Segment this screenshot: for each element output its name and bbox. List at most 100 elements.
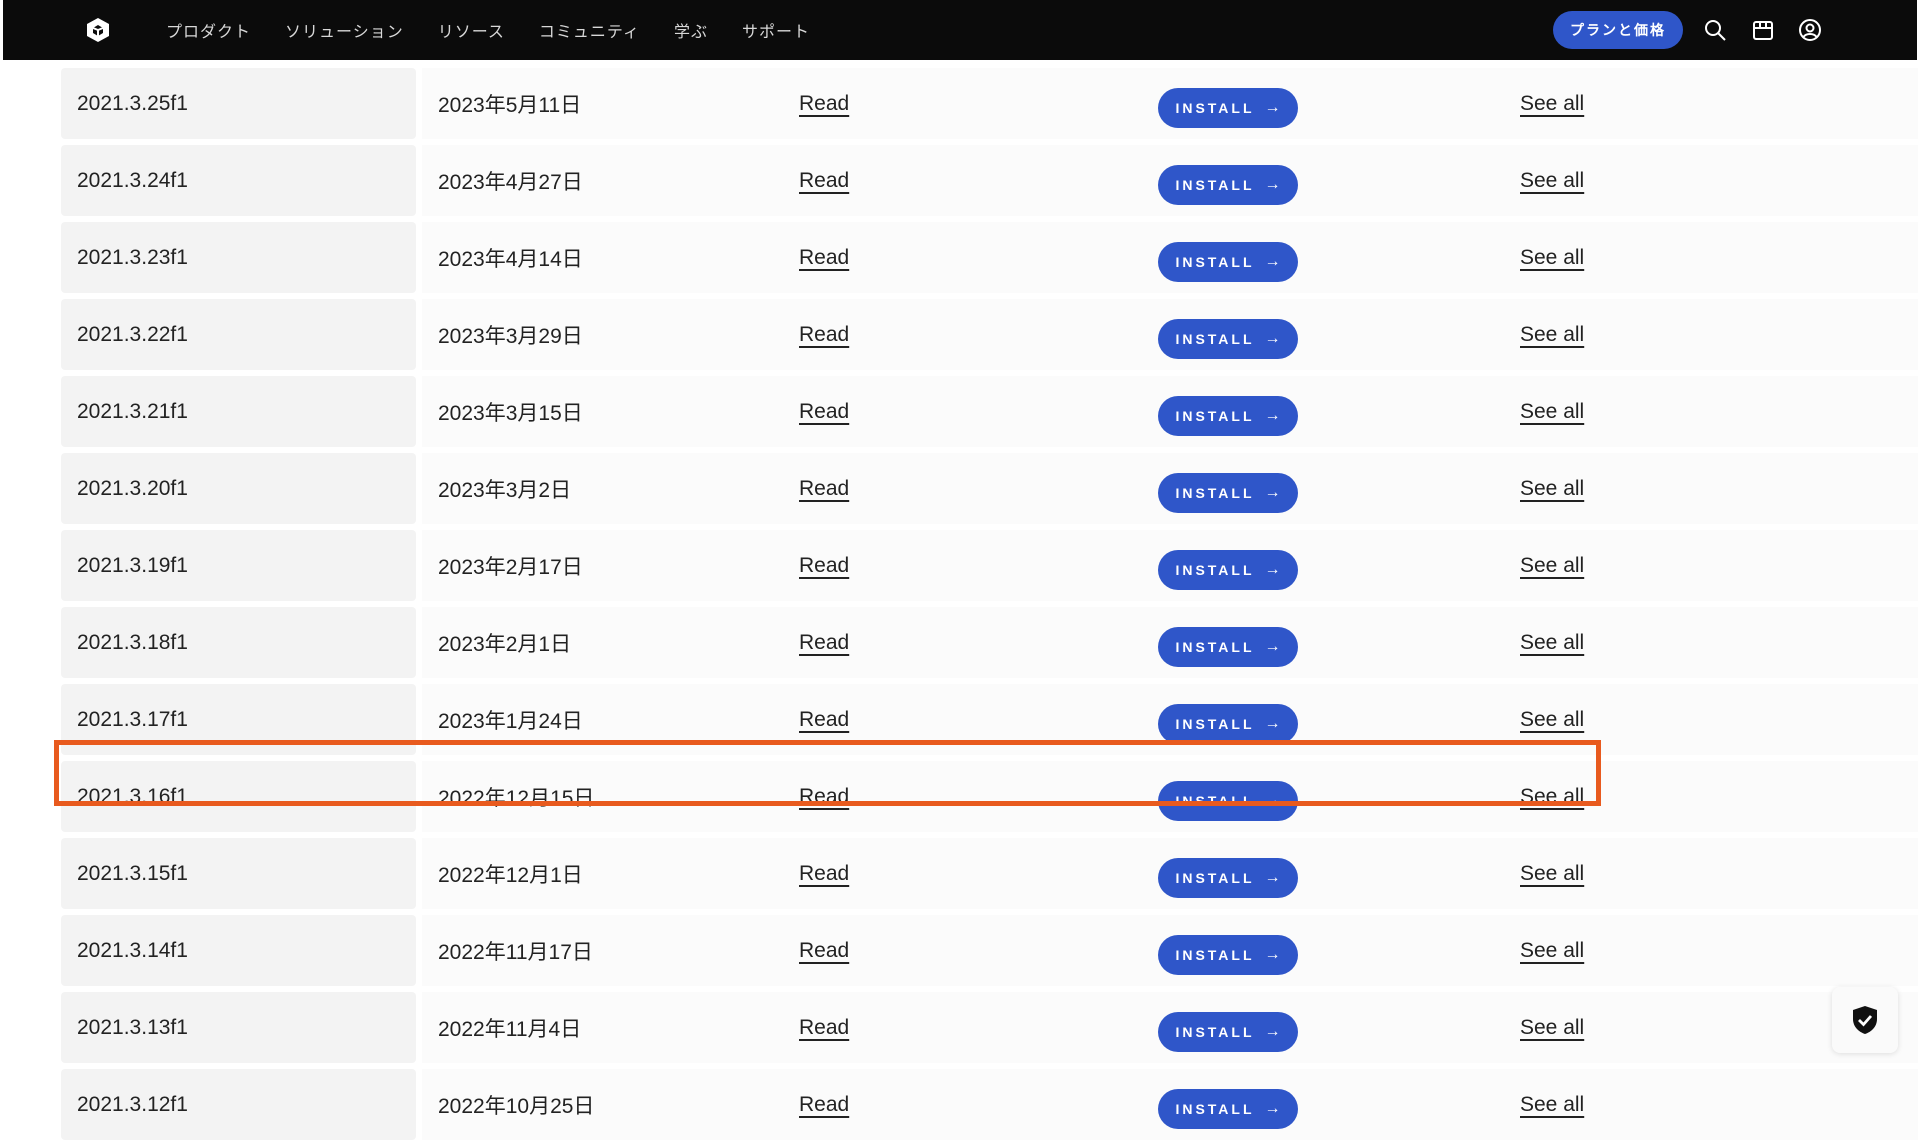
table-row: 2021.3.24f1 2023年4月27日 Read INSTALL → See all bbox=[61, 145, 1918, 216]
install-button[interactable]: INSTALL → bbox=[1158, 241, 1298, 282]
arrow-right-icon: → bbox=[1264, 98, 1281, 116]
store-icon[interactable] bbox=[1751, 18, 1775, 42]
install-button[interactable]: INSTALL → bbox=[1158, 549, 1298, 590]
install-label: INSTALL bbox=[1175, 253, 1255, 270]
account-icon[interactable] bbox=[1798, 18, 1822, 42]
release-notes-read-link[interactable]: Read bbox=[799, 1016, 849, 1040]
release-date: 2023年4月27日 bbox=[438, 170, 583, 194]
version-label: 2021.3.16f1 bbox=[77, 784, 188, 808]
nav-item-learn[interactable]: 学ぶ bbox=[674, 18, 708, 42]
install-label: INSTALL bbox=[1175, 330, 1255, 347]
arrow-right-icon: → bbox=[1264, 1022, 1281, 1040]
nav-item-community[interactable]: コミュニティ bbox=[539, 18, 640, 42]
install-button[interactable]: INSTALL → bbox=[1158, 87, 1298, 128]
install-button[interactable]: INSTALL → bbox=[1158, 703, 1298, 744]
release-notes-read-link[interactable]: Read bbox=[799, 400, 849, 424]
see-all-link[interactable]: See all bbox=[1520, 785, 1584, 809]
install-label: INSTALL bbox=[1175, 407, 1255, 424]
install-button[interactable]: INSTALL → bbox=[1158, 1011, 1298, 1052]
install-button[interactable]: INSTALL → bbox=[1158, 1088, 1298, 1129]
version-label: 2021.3.21f1 bbox=[77, 399, 188, 423]
release-notes-read-link[interactable]: Read bbox=[799, 554, 849, 578]
see-all-link[interactable]: See all bbox=[1520, 1016, 1584, 1040]
version-label: 2021.3.25f1 bbox=[77, 91, 188, 115]
install-button[interactable]: INSTALL → bbox=[1158, 626, 1298, 667]
see-all-link[interactable]: See all bbox=[1520, 246, 1584, 270]
release-notes-read-link[interactable]: Read bbox=[799, 323, 849, 347]
release-notes-read-link[interactable]: Read bbox=[799, 169, 849, 193]
release-date: 2023年3月29日 bbox=[438, 324, 583, 348]
install-button[interactable]: INSTALL → bbox=[1158, 318, 1298, 359]
install-button[interactable]: INSTALL → bbox=[1158, 934, 1298, 975]
arrow-right-icon: → bbox=[1264, 560, 1281, 578]
release-date: 2023年5月11日 bbox=[438, 93, 582, 117]
arrow-right-icon: → bbox=[1264, 252, 1281, 270]
unity-logo-icon[interactable] bbox=[85, 17, 111, 43]
nav-item-support[interactable]: サポート bbox=[742, 18, 810, 42]
privacy-shield-button[interactable] bbox=[1832, 987, 1898, 1053]
see-all-link[interactable]: See all bbox=[1520, 862, 1584, 886]
version-label: 2021.3.13f1 bbox=[77, 1015, 188, 1039]
release-notes-read-link[interactable]: Read bbox=[799, 92, 849, 116]
table-row: 2021.3.18f1 2023年2月1日 Read INSTALL → See all bbox=[61, 607, 1918, 678]
install-button[interactable]: INSTALL → bbox=[1158, 780, 1298, 821]
release-date: 2023年2月1日 bbox=[438, 632, 572, 656]
see-all-link[interactable]: See all bbox=[1520, 708, 1584, 732]
release-notes-read-link[interactable]: Read bbox=[799, 862, 849, 886]
version-label: 2021.3.15f1 bbox=[77, 861, 188, 885]
see-all-link[interactable]: See all bbox=[1520, 477, 1584, 501]
release-date: 2022年11月17日 bbox=[438, 940, 593, 964]
install-label: INSTALL bbox=[1175, 715, 1255, 732]
install-label: INSTALL bbox=[1175, 561, 1255, 578]
install-label: INSTALL bbox=[1175, 484, 1255, 501]
arrow-right-icon: → bbox=[1264, 1099, 1281, 1117]
version-label: 2021.3.19f1 bbox=[77, 553, 188, 577]
release-notes-read-link[interactable]: Read bbox=[799, 1093, 849, 1117]
release-notes-read-link[interactable]: Read bbox=[799, 631, 849, 655]
version-label: 2021.3.12f1 bbox=[77, 1092, 188, 1116]
see-all-link[interactable]: See all bbox=[1520, 400, 1584, 424]
arrow-right-icon: → bbox=[1264, 406, 1281, 424]
release-date: 2023年3月2日 bbox=[438, 478, 572, 502]
table-row: 2021.3.13f1 2022年11月4日 Read INSTALL → See all bbox=[61, 992, 1918, 1063]
release-notes-read-link[interactable]: Read bbox=[799, 939, 849, 963]
install-button[interactable]: INSTALL → bbox=[1158, 857, 1298, 898]
install-button[interactable]: INSTALL → bbox=[1158, 472, 1298, 513]
arrow-right-icon: → bbox=[1264, 483, 1281, 501]
arrow-right-icon: → bbox=[1264, 868, 1281, 886]
release-notes-read-link[interactable]: Read bbox=[799, 477, 849, 501]
main-nav: プロダクト ソリューション リソース コミュニティ 学ぶ サポート bbox=[166, 0, 844, 60]
table-row: 2021.3.23f1 2023年4月14日 Read INSTALL → See all bbox=[61, 222, 1918, 293]
arrow-right-icon: → bbox=[1264, 637, 1281, 655]
release-date: 2022年12月15日 bbox=[438, 786, 595, 810]
nav-item-solutions[interactable]: ソリューション bbox=[285, 18, 404, 42]
release-date: 2023年4月14日 bbox=[438, 247, 583, 271]
see-all-link[interactable]: See all bbox=[1520, 323, 1584, 347]
release-notes-read-link[interactable]: Read bbox=[799, 246, 849, 270]
nav-item-products[interactable]: プロダクト bbox=[166, 18, 251, 42]
see-all-link[interactable]: See all bbox=[1520, 631, 1584, 655]
search-icon[interactable] bbox=[1703, 18, 1727, 42]
see-all-link[interactable]: See all bbox=[1520, 1093, 1584, 1117]
install-label: INSTALL bbox=[1175, 638, 1255, 655]
release-date: 2022年12月1日 bbox=[438, 863, 583, 887]
see-all-link[interactable]: See all bbox=[1520, 169, 1584, 193]
shield-check-icon bbox=[1853, 1006, 1877, 1034]
see-all-link[interactable]: See all bbox=[1520, 554, 1584, 578]
release-notes-read-link[interactable]: Read bbox=[799, 785, 849, 809]
plans-pricing-button[interactable]: プランと価格 bbox=[1553, 11, 1683, 49]
version-label: 2021.3.23f1 bbox=[77, 245, 188, 269]
table-row: 2021.3.25f1 2023年5月11日 Read INSTALL → See all bbox=[61, 68, 1918, 139]
see-all-link[interactable]: See all bbox=[1520, 939, 1584, 963]
install-button[interactable]: INSTALL → bbox=[1158, 395, 1298, 436]
install-label: INSTALL bbox=[1175, 1023, 1255, 1040]
release-date: 2022年11月4日 bbox=[438, 1017, 582, 1041]
see-all-link[interactable]: See all bbox=[1520, 92, 1584, 116]
release-notes-read-link[interactable]: Read bbox=[799, 708, 849, 732]
nav-item-resources[interactable]: リソース bbox=[438, 18, 505, 42]
install-label: INSTALL bbox=[1175, 1100, 1255, 1117]
release-date: 2023年1月24日 bbox=[438, 709, 583, 733]
arrow-right-icon: → bbox=[1264, 175, 1281, 193]
install-button[interactable]: INSTALL → bbox=[1158, 164, 1298, 205]
version-label: 2021.3.20f1 bbox=[77, 476, 188, 500]
